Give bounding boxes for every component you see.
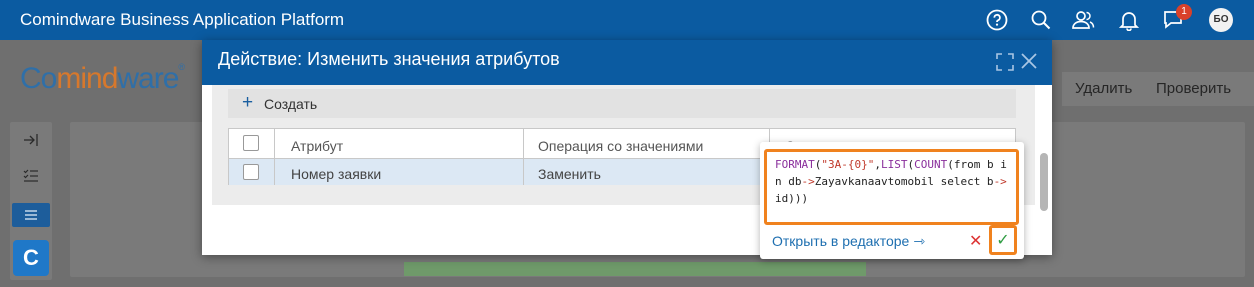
cell-attribute[interactable]: Номер заявки [275,159,524,185]
expression-popover: FORMAT("ЗА-{0}",LIST(COUNT(from b in db-… [760,142,1024,259]
app-icon[interactable]: C [13,240,49,276]
column-header-attribute: Атрибут [275,129,524,158]
task-list-icon[interactable] [11,164,51,188]
dialog-title: Действие: Изменить значения атрибутов [218,49,560,69]
open-in-editor-link[interactable]: Открыть в редакторе ⇾ [772,233,925,250]
plus-icon: + [242,92,254,113]
select-all-checkbox[interactable] [243,135,259,151]
comindware-logo: Comindware® [20,62,185,95]
cell-operation[interactable]: Заменить [524,159,770,185]
expression-code: FORMAT("ЗА-{0}",LIST(COUNT(from b in db-… [775,158,1007,205]
expand-sidebar-icon[interactable] [11,128,51,152]
help-icon[interactable] [985,8,1009,32]
menu-icon[interactable] [12,203,50,227]
background-highlight [404,262,866,276]
close-dialog-icon[interactable] [1020,52,1038,75]
app-title: Comindware Business Application Platform [20,10,345,29]
app-header: Comindware Business Application Platform… [0,0,1254,40]
notification-badge: 1 [1176,4,1192,20]
expression-input[interactable]: FORMAT("ЗА-{0}",LIST(COUNT(from b in db-… [764,149,1019,225]
dialog-header: Действие: Изменить значения атрибутов [202,40,1052,85]
column-header-operation: Операция со значениями [524,129,770,158]
users-icon[interactable] [1071,8,1095,32]
search-icon[interactable] [1029,8,1053,32]
close-icon[interactable]: ✕ [969,231,982,251]
create-button[interactable]: Создать [264,96,317,112]
header-checkbox-cell [229,129,275,158]
check-button[interactable]: Проверить [1156,80,1231,97]
check-icon[interactable]: ✓ [989,225,1017,255]
delete-button[interactable]: Удалить [1075,80,1132,97]
create-toolbar: + Создать [228,89,1016,118]
arrow-right-icon: ⇾ [913,233,925,249]
maximize-icon[interactable] [996,53,1014,76]
dialog-scrollbar[interactable] [1040,153,1048,211]
user-avatar[interactable]: БО [1209,8,1233,32]
row-checkbox-cell [229,159,275,185]
row-checkbox[interactable] [243,164,259,180]
bell-icon[interactable] [1117,8,1141,32]
left-sidebar: C [10,122,52,280]
